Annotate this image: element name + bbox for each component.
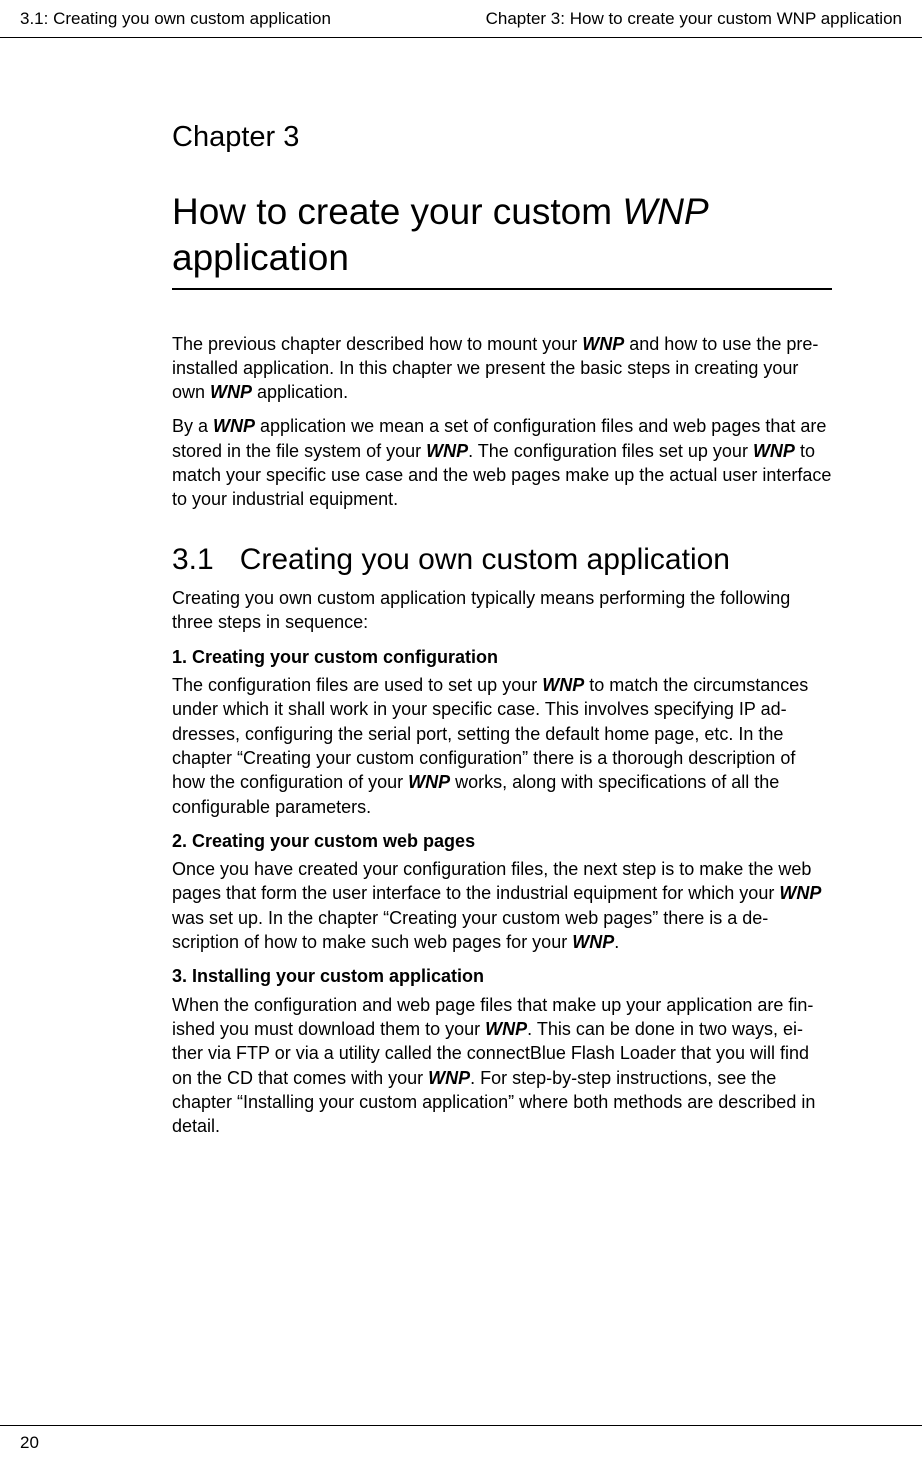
section-number: 3.1	[172, 543, 214, 576]
page-content: Chapter 3 How to create your custom WNP …	[0, 38, 922, 1138]
step-2-heading: 2. Creating your custom web pages	[172, 829, 832, 853]
page-header: 3.1: Creating you own custom application…	[0, 0, 922, 38]
page-number: 20	[20, 1433, 39, 1452]
step-3-text: When the configuration and web page file…	[172, 993, 832, 1139]
step-1-text: The configuration files are used to set …	[172, 673, 832, 819]
section-title: 3.1Creating you own custom application	[172, 540, 832, 581]
step-1-heading: 1. Creating your custom configuration	[172, 645, 832, 669]
header-section-ref: 3.1: Creating you own custom application	[20, 8, 331, 31]
intro-paragraph-1: The previous chapter described how to mo…	[172, 332, 832, 405]
chapter-label: Chapter 3	[172, 118, 832, 157]
step-2-text: Once you have created your configuration…	[172, 857, 832, 954]
section-lead: Creating you own custom application typi…	[172, 586, 832, 635]
step-3-heading: 3. Installing your custom application	[172, 964, 832, 988]
chapter-title: How to create your custom WNP applicatio…	[172, 189, 832, 290]
header-chapter-ref: Chapter 3: How to create your custom WNP…	[486, 8, 902, 31]
page-footer: 20	[0, 1425, 922, 1455]
intro-paragraph-2: By a WNP application we mean a set of co…	[172, 414, 832, 511]
